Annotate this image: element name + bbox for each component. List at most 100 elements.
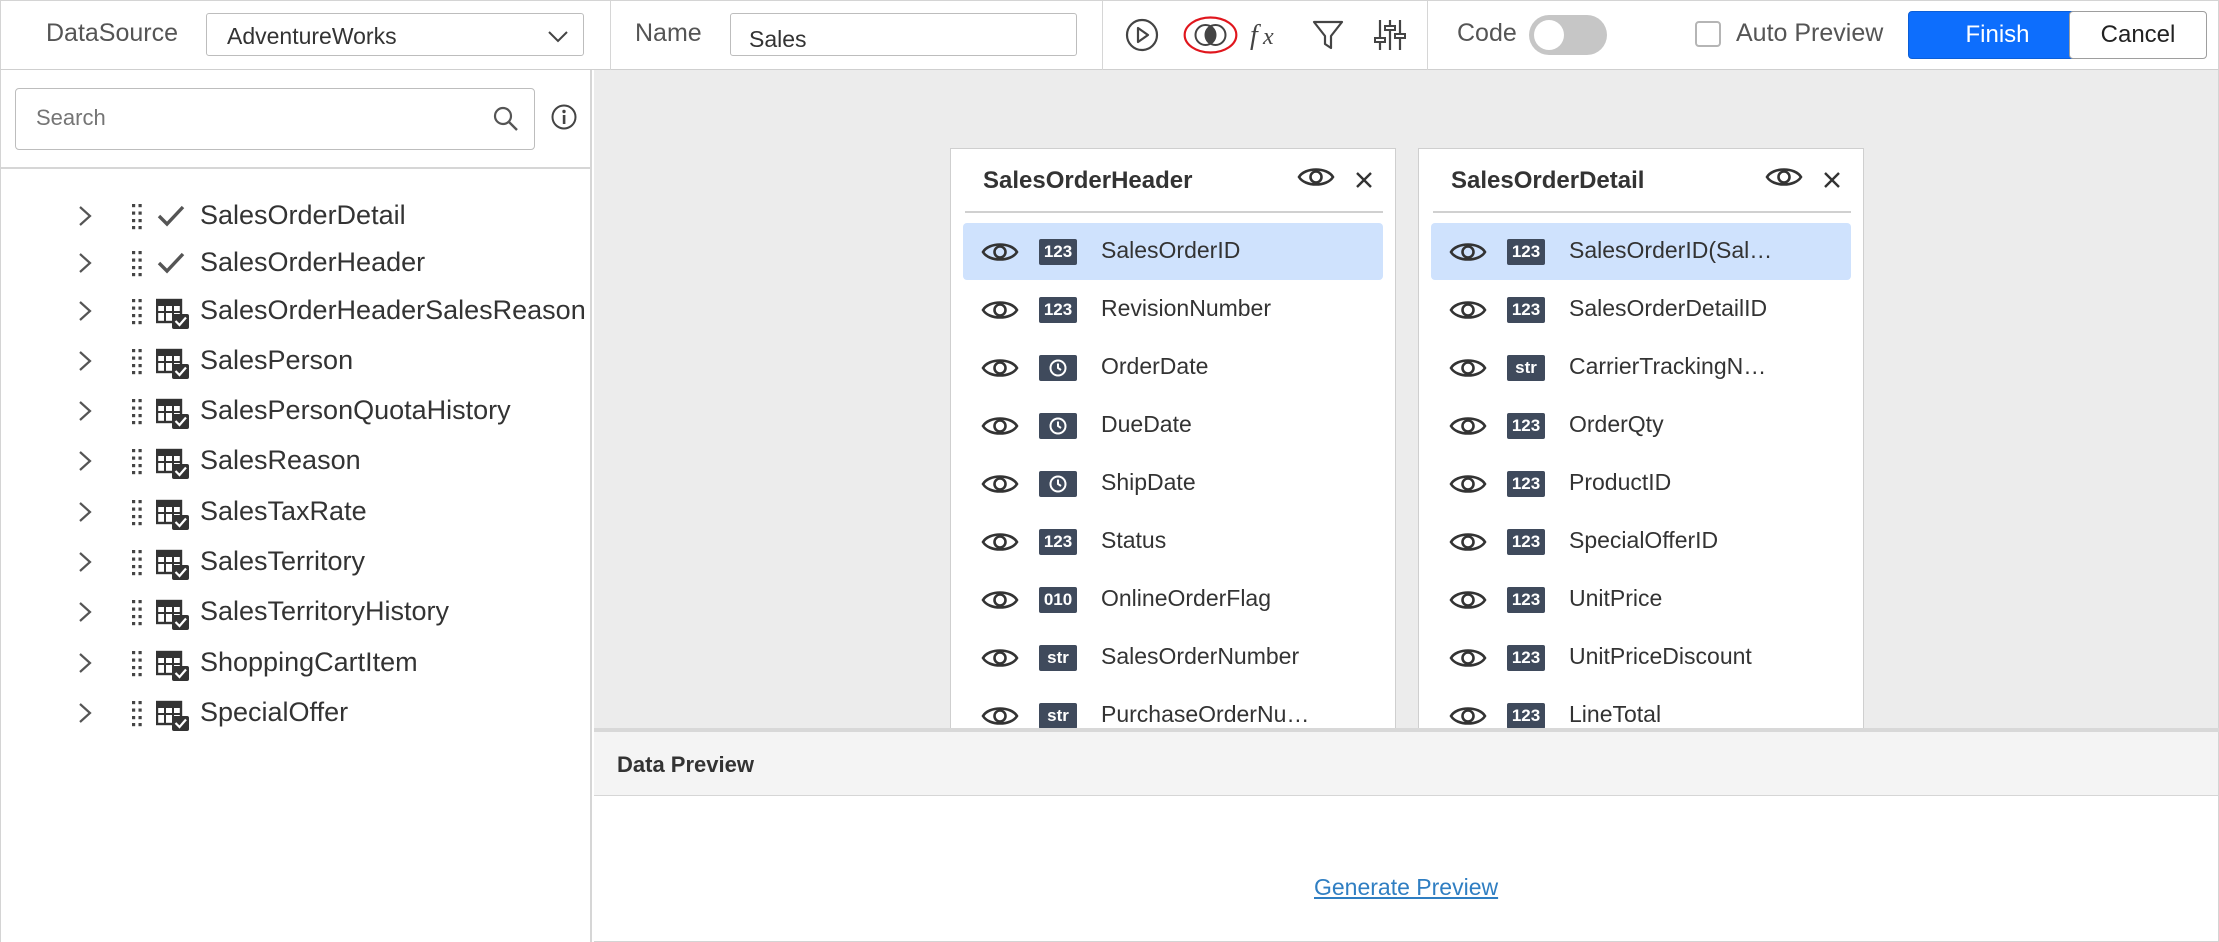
expand-toggle[interactable] xyxy=(75,400,95,427)
column-row[interactable]: 123 SalesOrderDetailID xyxy=(1431,281,1851,338)
column-visibility-toggle[interactable] xyxy=(1449,356,1487,385)
column-visibility-toggle[interactable] xyxy=(1449,414,1487,443)
column-row[interactable]: ShipDate xyxy=(963,455,1383,512)
expand-toggle[interactable] xyxy=(75,652,95,679)
column-visibility-toggle[interactable] xyxy=(981,530,1019,559)
sidebar-item[interactable]: SalesTaxRate xyxy=(1,487,591,537)
toggle-all-visibility[interactable] xyxy=(1765,165,1803,194)
column-row[interactable]: 123 ProductID xyxy=(1431,455,1851,512)
column-row[interactable]: 123 Status xyxy=(963,513,1383,570)
column-visibility-toggle[interactable] xyxy=(981,472,1019,501)
search-icon[interactable] xyxy=(492,105,520,133)
eye-icon xyxy=(981,707,1019,725)
eye-icon xyxy=(1449,301,1487,319)
column-row[interactable]: 123 SpecialOfferID xyxy=(1431,513,1851,570)
drag-handle[interactable] xyxy=(130,202,144,235)
column-visibility-toggle[interactable] xyxy=(1449,298,1487,327)
drag-handle[interactable] xyxy=(130,397,144,430)
drag-handle[interactable] xyxy=(130,447,144,480)
column-visibility-toggle[interactable] xyxy=(1449,240,1487,269)
column-visibility-toggle[interactable] xyxy=(981,646,1019,675)
column-visibility-toggle[interactable] xyxy=(981,240,1019,269)
sidebar-item[interactable]: ShoppingCartItem xyxy=(1,638,591,688)
drag-handle-icon xyxy=(132,399,142,425)
auto-preview-checkbox[interactable] xyxy=(1695,21,1721,47)
eye-icon xyxy=(981,301,1019,319)
column-visibility-toggle[interactable] xyxy=(1449,472,1487,501)
datasource-dropdown[interactable]: AdventureWorks xyxy=(206,13,584,56)
cancel-button[interactable]: Cancel xyxy=(2069,11,2207,59)
code-toggle[interactable] xyxy=(1529,15,1607,55)
sidebar-item[interactable]: SalesPersonQuotaHistory xyxy=(1,386,591,436)
settings-button[interactable] xyxy=(1369,14,1411,56)
drag-handle[interactable] xyxy=(130,548,144,581)
column-row[interactable]: DueDate xyxy=(963,397,1383,454)
expand-toggle[interactable] xyxy=(75,300,95,327)
name-input[interactable] xyxy=(730,13,1077,56)
drag-handle[interactable] xyxy=(130,297,144,330)
expand-toggle[interactable] xyxy=(75,601,95,628)
sidebar-item-label: SalesTaxRate xyxy=(200,496,367,526)
close-panel-button[interactable] xyxy=(1355,171,1373,194)
sidebar-item[interactable]: SpecialOffer xyxy=(1,688,591,738)
column-row[interactable]: 123 OrderQty xyxy=(1431,397,1851,454)
drag-handle[interactable] xyxy=(130,249,144,282)
finish-button[interactable]: Finish xyxy=(1908,11,2087,59)
column-visibility-toggle[interactable] xyxy=(1449,530,1487,559)
column-row[interactable]: 010 OnlineOrderFlag xyxy=(963,571,1383,628)
drag-handle[interactable] xyxy=(130,598,144,631)
join-button[interactable] xyxy=(1183,14,1238,56)
column-row[interactable]: 123 SalesOrderID xyxy=(963,223,1383,280)
sidebar-item[interactable]: SalesOrderDetail xyxy=(1,191,591,241)
expand-toggle[interactable] xyxy=(75,501,95,528)
table-panel-salesorderheader[interactable]: SalesOrderHeader 123 SalesOrderID 123 Revisi… xyxy=(950,148,1396,778)
filter-button[interactable] xyxy=(1307,14,1349,56)
expand-toggle[interactable] xyxy=(75,551,95,578)
sidebar-item[interactable]: SalesTerritoryHistory xyxy=(1,587,591,637)
column-visibility-toggle[interactable] xyxy=(981,588,1019,617)
drag-handle[interactable] xyxy=(130,498,144,531)
expand-toggle[interactable] xyxy=(75,205,95,232)
table-panel-salesorderdetail[interactable]: SalesOrderDetail 123 SalesOrderID(Sal… 123 S… xyxy=(1418,148,1864,778)
datatype-badge: 123 xyxy=(1507,239,1545,265)
column-visibility-toggle[interactable] xyxy=(981,356,1019,385)
column-visibility-toggle[interactable] xyxy=(1449,646,1487,675)
drag-handle[interactable] xyxy=(130,649,144,682)
info-icon[interactable] xyxy=(550,103,578,131)
sidebar-item[interactable]: SalesOrderHeaderSalesReason xyxy=(1,286,591,336)
column-visibility-toggle[interactable] xyxy=(981,414,1019,443)
column-row[interactable]: 123 SalesOrderID(Sal… xyxy=(1431,223,1851,280)
close-icon xyxy=(1824,172,1840,188)
drag-handle[interactable] xyxy=(130,347,144,380)
table-icon xyxy=(155,398,189,429)
toggle-all-visibility[interactable] xyxy=(1297,165,1335,194)
column-row[interactable]: 123 UnitPrice xyxy=(1431,571,1851,628)
expand-toggle[interactable] xyxy=(75,350,95,377)
search-box[interactable] xyxy=(15,88,535,150)
expand-toggle[interactable] xyxy=(75,252,95,279)
expand-toggle[interactable] xyxy=(75,450,95,477)
column-row[interactable]: str CarrierTrackingN… xyxy=(1431,339,1851,396)
drag-handle[interactable] xyxy=(130,699,144,732)
generate-preview-link[interactable]: Generate Preview xyxy=(1314,874,1498,901)
query-design-canvas: SalesOrderHeader 123 SalesOrderID 123 Revisi… xyxy=(594,70,2219,778)
column-row[interactable]: 123 UnitPriceDiscount xyxy=(1431,629,1851,686)
sidebar-item[interactable]: SalesReason xyxy=(1,436,591,486)
column-visibility-toggle[interactable] xyxy=(1449,588,1487,617)
column-row[interactable]: 123 RevisionNumber xyxy=(963,281,1383,338)
sidebar-item[interactable]: SalesTerritory xyxy=(1,537,591,587)
drag-handle-icon xyxy=(132,349,142,375)
sidebar-item[interactable]: SalesOrderHeader xyxy=(1,238,591,288)
column-row[interactable]: str SalesOrderNumber xyxy=(963,629,1383,686)
chevron-right-icon xyxy=(79,703,92,723)
search-input[interactable] xyxy=(16,89,456,147)
column-name: UnitPrice xyxy=(1569,585,1663,611)
close-panel-button[interactable] xyxy=(1823,171,1841,194)
run-button[interactable] xyxy=(1121,14,1163,56)
column-row[interactable]: OrderDate xyxy=(963,339,1383,396)
datatype-badge xyxy=(1039,355,1077,381)
expression-button[interactable]: fx xyxy=(1246,14,1288,56)
column-visibility-toggle[interactable] xyxy=(981,298,1019,327)
expand-toggle[interactable] xyxy=(75,702,95,729)
sidebar-item[interactable]: SalesPerson xyxy=(1,336,591,386)
